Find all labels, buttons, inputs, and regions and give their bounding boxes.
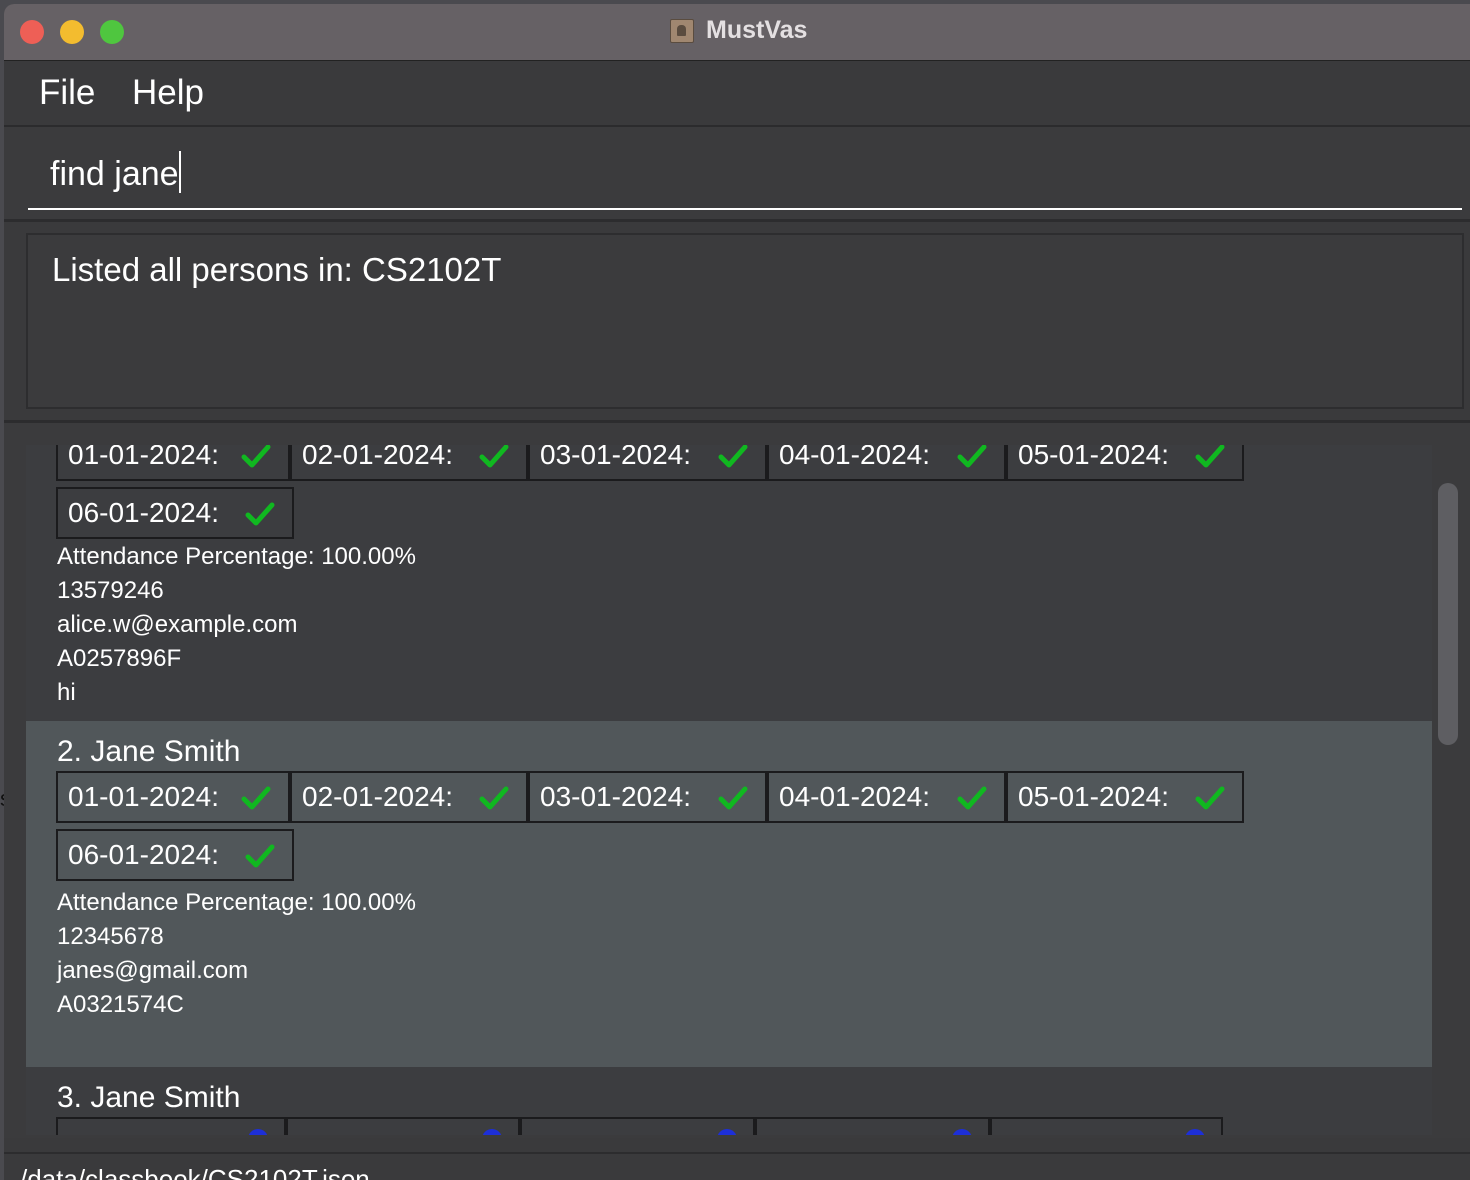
person-card[interactable]: 01-01-2024: 02-01-2024: 03-01-2024: 04-01-2… [26,445,1432,721]
attendance-percentage: Attendance Percentage: 100.00% [57,543,416,570]
attendance-chip[interactable] [755,1117,990,1135]
attendance-chip[interactable]: 05-01-2024: [1006,445,1244,481]
menu-help[interactable]: Help [132,73,204,113]
attendance-date: 02-01-2024: [302,781,454,812]
attendance-chip[interactable]: 02-01-2024: [290,771,528,823]
app-window: MustVas File Help find jane Listed all p… [4,4,1470,1180]
check-icon [1195,786,1225,810]
app-icon [670,19,694,43]
person-card-selected[interactable]: 2. Jane Smith 01-01-2024: 02-01-2024: 03-01… [26,721,1432,1067]
attendance-chip[interactable]: 01-01-2024: [56,771,290,823]
check-icon [1195,445,1225,468]
attendance-chip[interactable] [56,1117,286,1135]
window-title: MustVas [706,16,808,44]
person-list-panel: 01-01-2024: 02-01-2024: 03-01-2024: 04-01-2… [4,420,1470,1138]
attendance-chip[interactable] [286,1117,520,1135]
menu-file[interactable]: File [39,73,95,113]
phone-number: 12345678 [57,923,164,950]
attendance-percentage: Attendance Percentage: 100.00% [57,889,416,916]
email-address: janes@gmail.com [57,957,249,984]
attendance-date: 02-01-2024: [302,445,454,470]
check-icon [241,445,271,468]
unmarked-icon [248,1129,268,1135]
minimize-button[interactable] [60,20,84,44]
status-bar: /data/classbook/CS2102T.json [4,1152,1470,1180]
attendance-date: 03-01-2024: [540,781,692,812]
check-icon [241,786,271,810]
command-input[interactable]: find jane [50,151,181,194]
command-underline [28,208,1462,210]
check-icon [957,786,987,810]
person-name: 2. Jane Smith [57,735,241,768]
attendance-chip[interactable]: 06-01-2024: [56,487,294,539]
person-card[interactable]: 3. Jane Smith [26,1067,1432,1135]
command-box[interactable]: find jane [4,127,1470,222]
attendance-date: 04-01-2024: [779,781,931,812]
attendance-chip[interactable]: 01-01-2024: [56,445,290,481]
student-id: A0257896F [57,645,182,672]
attendance-chip[interactable] [990,1117,1223,1135]
text-caret [178,151,181,193]
person-list: 01-01-2024: 02-01-2024: 03-01-2024: 04-01-2… [26,445,1432,1135]
student-id: A0321574C [57,991,184,1018]
result-display: Listed all persons in: CS2102T [26,233,1464,409]
attendance-chip[interactable]: 04-01-2024: [767,445,1006,481]
attendance-chip[interactable]: 03-01-2024: [528,445,767,481]
attendance-date: 05-01-2024: [1018,781,1170,812]
attendance-chip[interactable]: 02-01-2024: [290,445,528,481]
check-icon [479,786,509,810]
check-icon [245,844,275,868]
attendance-date: 06-01-2024: [68,497,220,528]
data-file-path: /data/classbook/CS2102T.json [20,1164,370,1180]
attendance-date: 06-01-2024: [68,839,220,870]
attendance-chip[interactable] [520,1117,755,1135]
zoom-button[interactable] [100,20,124,44]
attendance-date: 05-01-2024: [1018,445,1170,470]
check-icon [245,502,275,526]
phone-number: 13579246 [57,577,164,604]
title-bar: MustVas [4,4,1470,61]
check-icon [479,445,509,468]
person-name: 3. Jane Smith [57,1081,241,1114]
menu-bar: File Help [4,61,1470,127]
scrollbar-thumb[interactable] [1438,483,1458,745]
attendance-chip[interactable]: 06-01-2024: [56,829,294,881]
attendance-chip[interactable]: 05-01-2024: [1006,771,1244,823]
check-icon [718,786,748,810]
check-icon [957,445,987,468]
email-address: alice.w@example.com [57,611,298,638]
attendance-date: 03-01-2024: [540,445,692,470]
unmarked-icon [717,1129,737,1135]
attendance-chip[interactable]: 04-01-2024: [767,771,1006,823]
attendance-date: 04-01-2024: [779,445,931,470]
result-message: Listed all persons in: CS2102T [52,251,502,288]
close-button[interactable] [20,20,44,44]
check-icon [718,445,748,468]
unmarked-icon [482,1129,502,1135]
unmarked-icon [952,1129,972,1135]
attendance-chip[interactable]: 03-01-2024: [528,771,767,823]
attendance-date: 01-01-2024: [68,781,220,812]
remark: hi [57,679,76,706]
unmarked-icon [1185,1129,1205,1135]
attendance-date: 01-01-2024: [68,445,220,470]
